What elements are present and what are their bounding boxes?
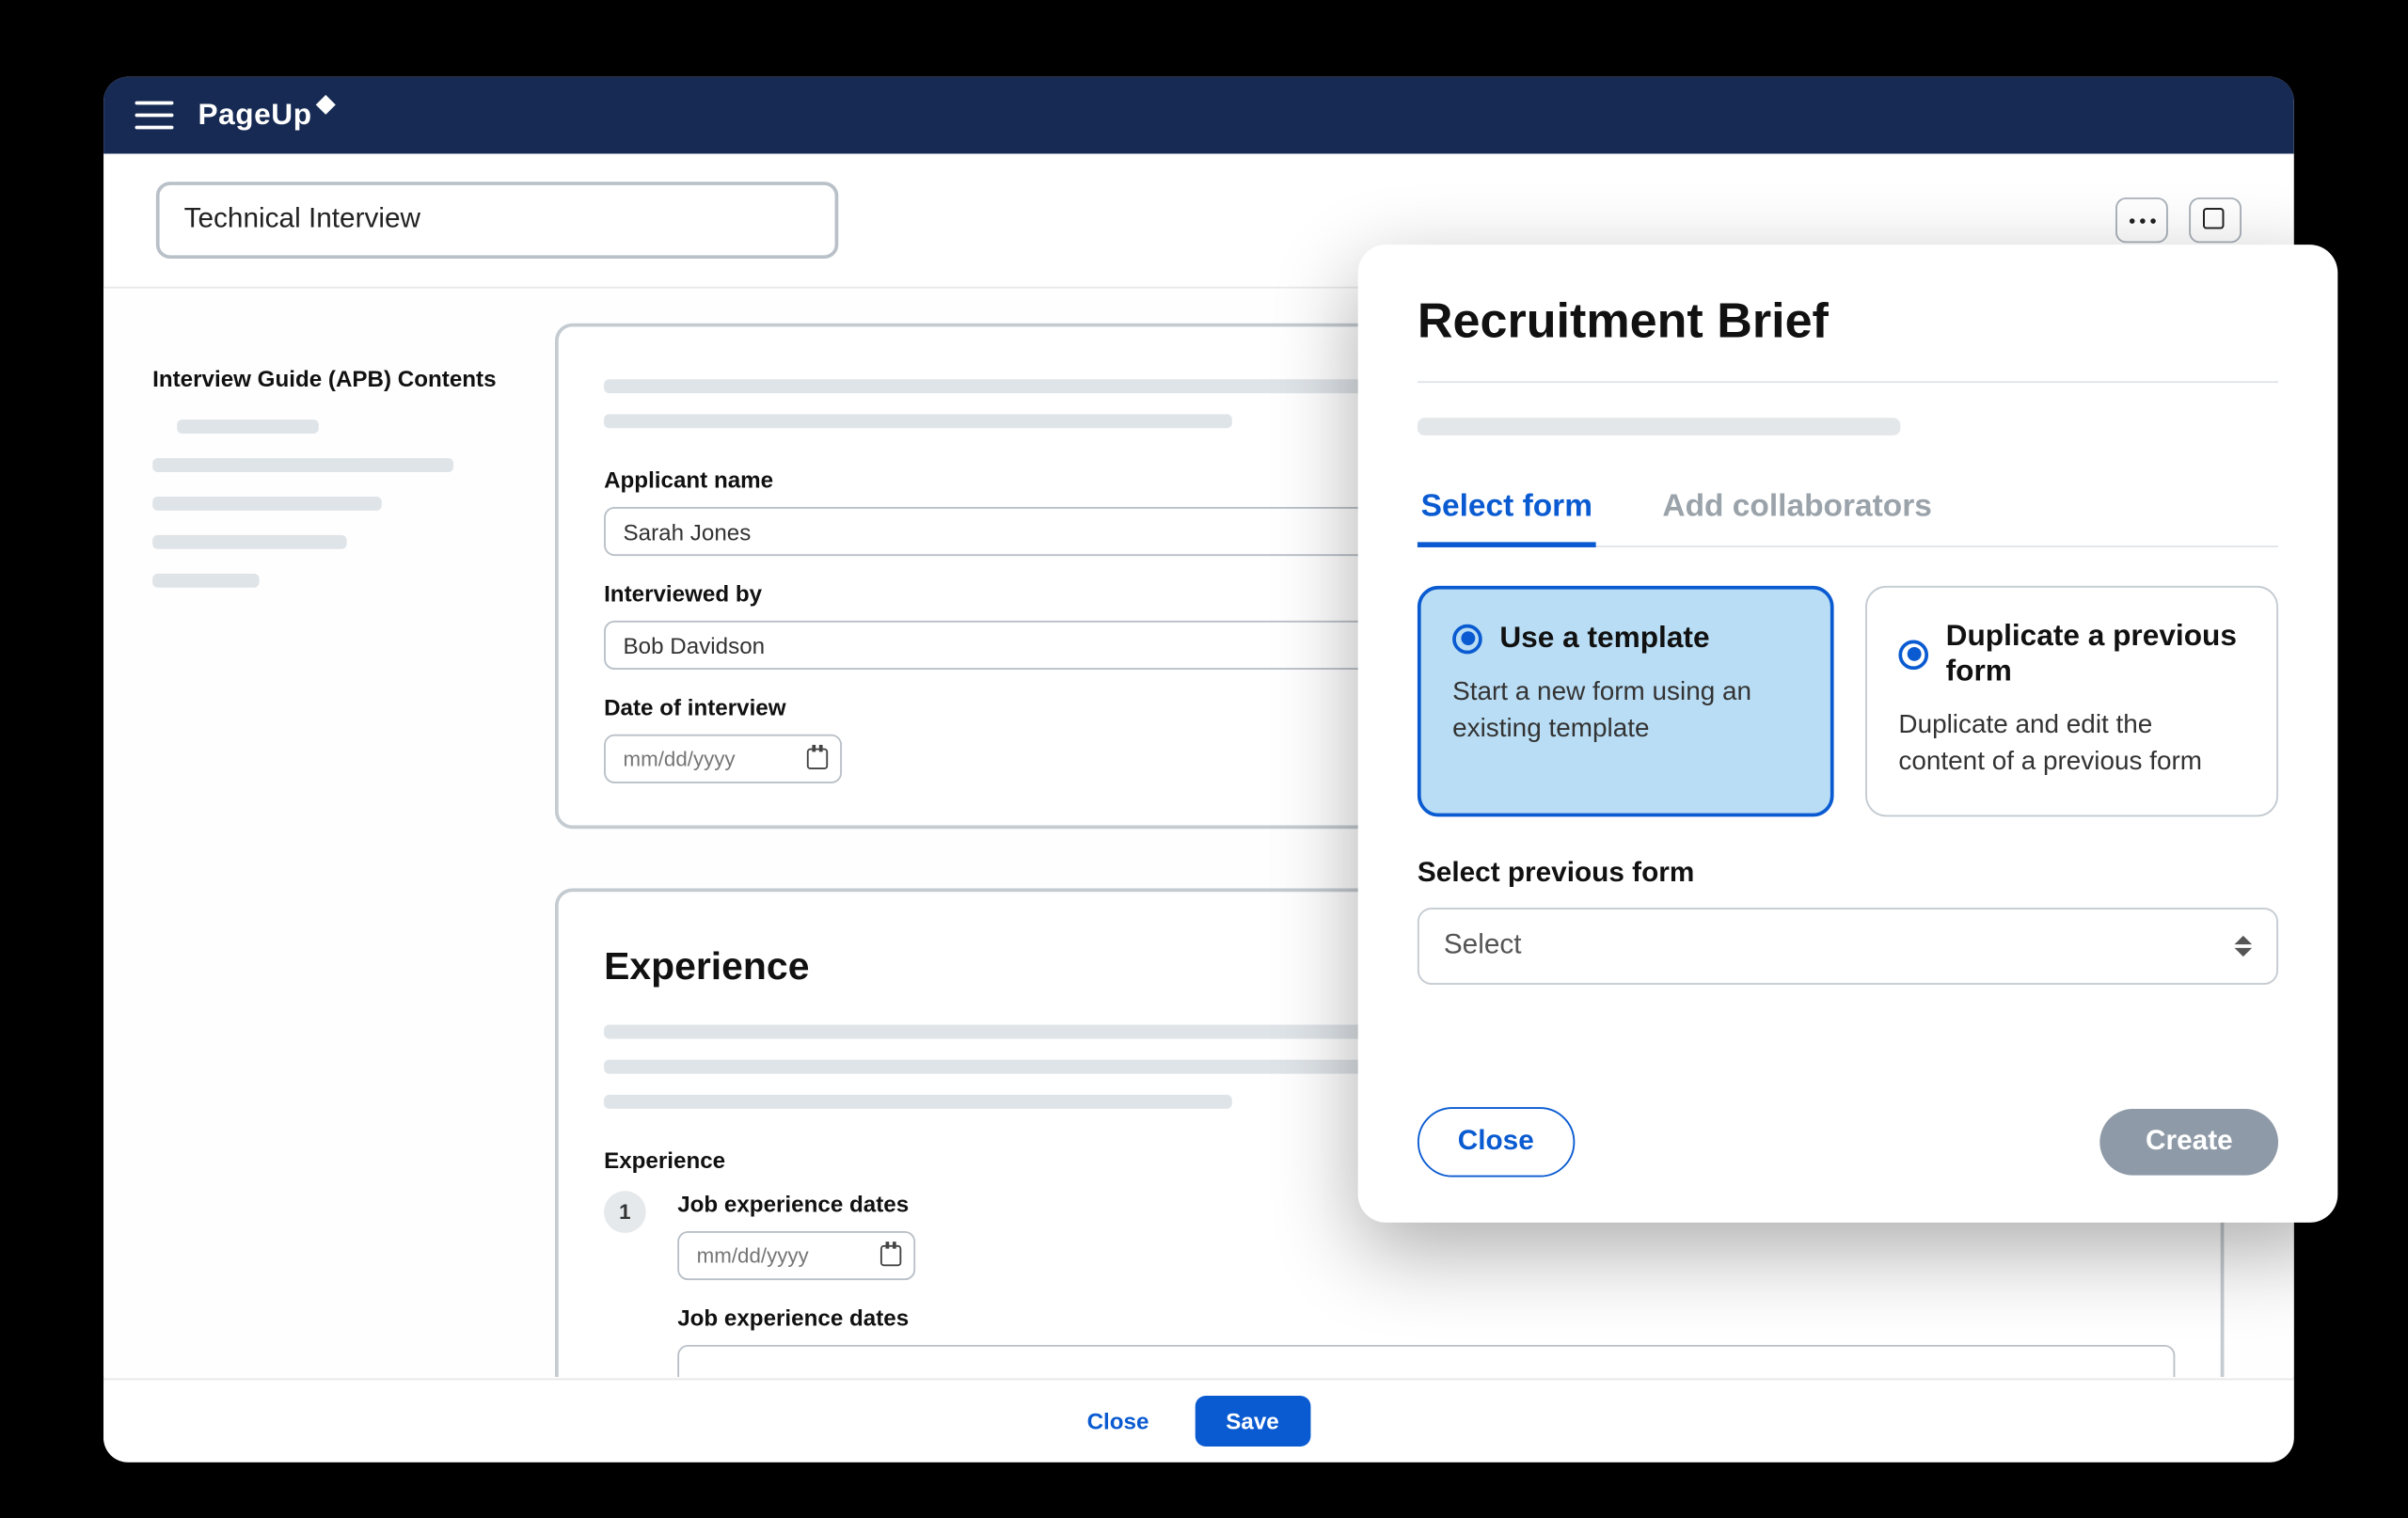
modal-skeleton: [1418, 418, 1899, 435]
brand-diamond-icon: [316, 94, 336, 114]
modal-close-button[interactable]: Close: [1418, 1107, 1575, 1177]
calendar-icon[interactable]: [880, 1245, 901, 1266]
page-title-input[interactable]: [156, 182, 838, 259]
modal-tabs: Select form Add collaborators: [1418, 487, 2278, 546]
radio-icon: [1898, 639, 1928, 669]
contents-sidebar: Interview Guide (APB) Contents: [103, 288, 555, 1376]
sidebar-heading: Interview Guide (APB) Contents: [152, 365, 506, 391]
brand-logo: PageUp: [198, 97, 332, 132]
select-previous-dropdown[interactable]: Select: [1418, 908, 2278, 985]
job-dates-label-2: Job experience dates: [677, 1305, 2175, 1331]
brand-text: PageUp: [198, 97, 311, 132]
modal-footer: Close Create: [1418, 1107, 2278, 1177]
top-bar: PageUp: [103, 76, 2294, 153]
modal-title: Recruitment Brief: [1418, 293, 2278, 350]
option-duplicate-title: Duplicate a previous form: [1946, 619, 2245, 688]
job-dates-input-2[interactable]: [677, 1345, 2175, 1376]
option-duplicate-form[interactable]: Duplicate a previous form Duplicate and …: [1865, 585, 2278, 816]
option-template-title: Use a template: [1499, 621, 1709, 656]
tab-select-form[interactable]: Select form: [1418, 487, 1596, 545]
contents-skeleton: [152, 419, 506, 588]
close-button[interactable]: Close: [1087, 1408, 1149, 1434]
ellipsis-icon: [2129, 217, 2155, 223]
radio-icon: [1452, 623, 1482, 653]
more-actions-button[interactable]: [2115, 197, 2168, 242]
title-actions: [2115, 197, 2242, 242]
chevron-updown-icon: [2235, 935, 2253, 956]
save-button[interactable]: Save: [1195, 1396, 1310, 1447]
divider: [1418, 381, 2278, 383]
select-previous-label: Select previous form: [1418, 859, 2278, 890]
row-number-badge: 1: [604, 1191, 646, 1233]
form-source-options: Use a template Start a new form using an…: [1418, 585, 2278, 816]
panel-toggle-button[interactable]: [2189, 197, 2242, 242]
option-template-desc: Start a new form using an existing templ…: [1452, 672, 1798, 746]
recruitment-brief-modal: Recruitment Brief Select form Add collab…: [1358, 245, 2338, 1223]
tab-add-collaborators[interactable]: Add collaborators: [1659, 487, 1936, 545]
panel-icon: [2203, 208, 2227, 232]
option-use-template[interactable]: Use a template Start a new form using an…: [1418, 585, 1834, 816]
calendar-icon[interactable]: [807, 748, 828, 768]
menu-icon[interactable]: [135, 101, 174, 129]
modal-create-button[interactable]: Create: [2100, 1109, 2278, 1176]
option-duplicate-desc: Duplicate and edit the content of a prev…: [1898, 706, 2244, 780]
app-footer: Close Save: [103, 1378, 2294, 1462]
select-placeholder: Select: [1444, 930, 1522, 961]
